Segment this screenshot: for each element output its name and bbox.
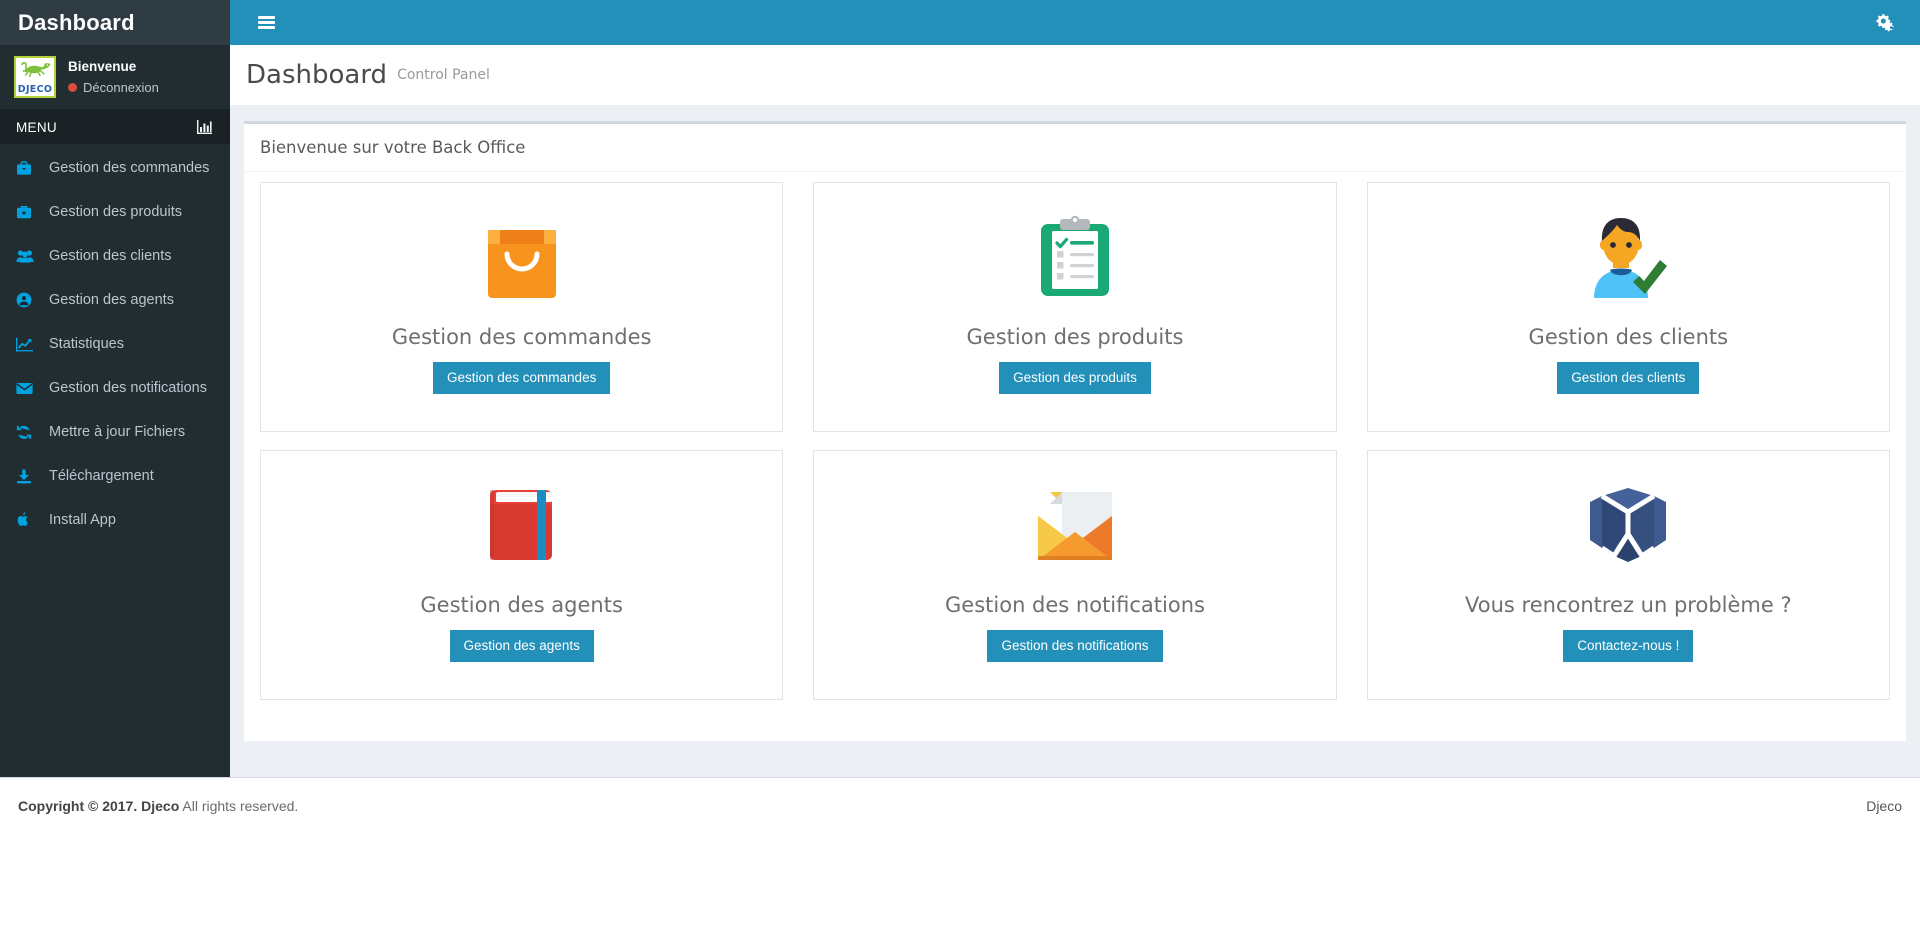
hamburger-icon[interactable] xyxy=(246,0,286,45)
sidebar-item-label: Gestion des notifications xyxy=(49,380,207,396)
sidebar-item-produits[interactable]: Gestion des produits xyxy=(0,190,230,234)
brand-title: Dashboard xyxy=(18,9,135,35)
card-gestion-des-agents[interactable]: Gestion des agents Gestion des agents xyxy=(260,450,784,700)
footer: Copyright © 2017. Djeco All rights reser… xyxy=(0,777,1920,833)
welcome-box: Bienvenue sur votre Back Office Gestion … xyxy=(244,121,1906,741)
content-header: Dashboard Control Panel xyxy=(230,45,1920,105)
card-gestion-des-commandes[interactable]: Gestion des commandes Gestion des comman… xyxy=(260,182,784,432)
sidebar-item-clients[interactable]: Gestion des clients xyxy=(0,234,230,278)
card-row-top: Gestion des commandes Gestion des comman… xyxy=(260,182,1890,432)
footer-copyright-strong: Copyright © 2017. Djeco xyxy=(18,797,180,814)
briefcase-icon xyxy=(16,160,40,176)
cogs-icon xyxy=(1876,14,1894,32)
card-button-agents[interactable]: Gestion des agents xyxy=(449,630,594,662)
card-button-clients[interactable]: Gestion des clients xyxy=(1557,362,1700,394)
card-gestion-des-produits[interactable]: Gestion des produits Gestion des produit… xyxy=(813,182,1337,432)
card-button-commandes[interactable]: Gestion des commandes xyxy=(433,362,611,394)
shopping-bag-icon xyxy=(462,209,582,305)
hamburger-bar xyxy=(257,21,275,24)
menu-label: MENU xyxy=(16,119,57,135)
clipboard-checklist-icon xyxy=(1015,209,1135,305)
download-icon xyxy=(16,469,40,484)
address-book-icon xyxy=(462,477,582,573)
welcome-text: Bienvenue xyxy=(68,58,137,74)
sidebar-item-statistiques[interactable]: Statistiques xyxy=(0,322,230,366)
page-whitespace xyxy=(0,833,1920,948)
card-title: Vous rencontrez un problème ? xyxy=(1465,593,1792,617)
card-button-contact[interactable]: Contactez-nous ! xyxy=(1563,630,1694,662)
envelope-icon xyxy=(16,382,40,395)
sidebar-nav: Gestion des commandes Gestion des produi… xyxy=(0,144,230,542)
sidebar-item-label: Gestion des produits xyxy=(49,204,182,220)
refresh-icon xyxy=(16,425,40,440)
user-meta: Bienvenue Déconnexion xyxy=(68,58,159,97)
sidebar: Dashboard DJECO Bienvenue Déconnexion ME… xyxy=(0,0,230,777)
logout-link[interactable]: Déconnexion xyxy=(68,79,159,97)
users-icon xyxy=(16,249,40,263)
apple-icon xyxy=(16,512,40,528)
user-approved-icon xyxy=(1568,209,1688,305)
sidebar-item-label: Statistiques xyxy=(49,336,124,352)
sidebar-item-agents[interactable]: Gestion des agents xyxy=(0,278,230,322)
card-title: Gestion des notifications xyxy=(945,593,1205,617)
sidebar-item-label: Mettre à jour Fichiers xyxy=(49,424,186,440)
page-subtitle: Control Panel xyxy=(397,67,490,83)
card-gestion-des-notifications[interactable]: Gestion des notifications Gestion des no… xyxy=(813,450,1337,700)
card-button-notifications[interactable]: Gestion des notifications xyxy=(987,630,1163,662)
footer-brand: Djeco xyxy=(1866,797,1902,814)
sidebar-item-label: Gestion des commandes xyxy=(49,160,210,176)
card-gestion-des-clients[interactable]: Gestion des clients Gestion des clients xyxy=(1366,182,1890,432)
welcome-box-body: Gestion des commandes Gestion des comman… xyxy=(244,172,1906,736)
dashboard-page: Dashboard DJECO Bienvenue Déconnexion ME… xyxy=(0,0,1920,948)
bar-chart-icon[interactable] xyxy=(197,120,212,134)
card-row-bottom: Gestion des agents Gestion des agents Ge… xyxy=(260,450,1890,700)
sidebar-item-label: Téléchargement xyxy=(49,468,154,484)
w-logo-icon xyxy=(1568,477,1688,573)
djeco-logo: DJECO xyxy=(14,56,56,98)
status-dot-icon xyxy=(68,83,77,93)
hamburger-bar xyxy=(257,16,275,19)
lizard-icon xyxy=(21,61,51,78)
topbar xyxy=(230,0,1920,45)
card-button-produits[interactable]: Gestion des produits xyxy=(999,362,1151,394)
hamburger-bar xyxy=(257,26,275,29)
card-probleme[interactable]: Vous rencontrez un problème ? Contactez-… xyxy=(1366,450,1890,700)
settings-button[interactable] xyxy=(1863,0,1908,45)
logout-label: Déconnexion xyxy=(83,79,159,95)
footer-copyright-rest: All rights reserved. xyxy=(179,797,299,814)
sidebar-item-install-app[interactable]: Install App xyxy=(0,498,230,542)
footer-copyright: Copyright © 2017. Djeco All rights reser… xyxy=(18,798,298,814)
card-title: Gestion des commandes xyxy=(391,325,652,349)
user-panel: DJECO Bienvenue Déconnexion xyxy=(0,45,230,110)
sidebar-item-commandes[interactable]: Gestion des commandes xyxy=(0,146,230,190)
content-area: Bienvenue sur votre Back Office Gestion … xyxy=(230,105,1920,777)
sidebar-item-label: Gestion des agents xyxy=(49,292,174,308)
sidebar-item-notifications[interactable]: Gestion des notifications xyxy=(0,366,230,410)
djeco-wordmark: DJECO xyxy=(17,84,53,95)
user-circle-icon xyxy=(16,292,40,308)
sidebar-item-label: Install App xyxy=(49,512,116,528)
sidebar-item-telechargement[interactable]: Téléchargement xyxy=(0,454,230,498)
open-envelope-icon xyxy=(1015,477,1135,573)
sidebar-item-mettre-a-jour-fichiers[interactable]: Mettre à jour Fichiers xyxy=(0,410,230,454)
page-title: Dashboard xyxy=(246,60,388,90)
card-title: Gestion des clients xyxy=(1528,325,1729,349)
sidebar-brand[interactable]: Dashboard xyxy=(0,0,230,45)
welcome-box-header: Bienvenue sur votre Back Office xyxy=(244,124,1906,172)
suitcase-icon xyxy=(16,205,40,220)
sidebar-item-label: Gestion des clients xyxy=(49,248,172,264)
menu-header: MENU xyxy=(0,110,230,144)
card-title: Gestion des produits xyxy=(966,325,1184,349)
card-title: Gestion des agents xyxy=(420,593,623,617)
line-chart-icon xyxy=(16,337,40,352)
